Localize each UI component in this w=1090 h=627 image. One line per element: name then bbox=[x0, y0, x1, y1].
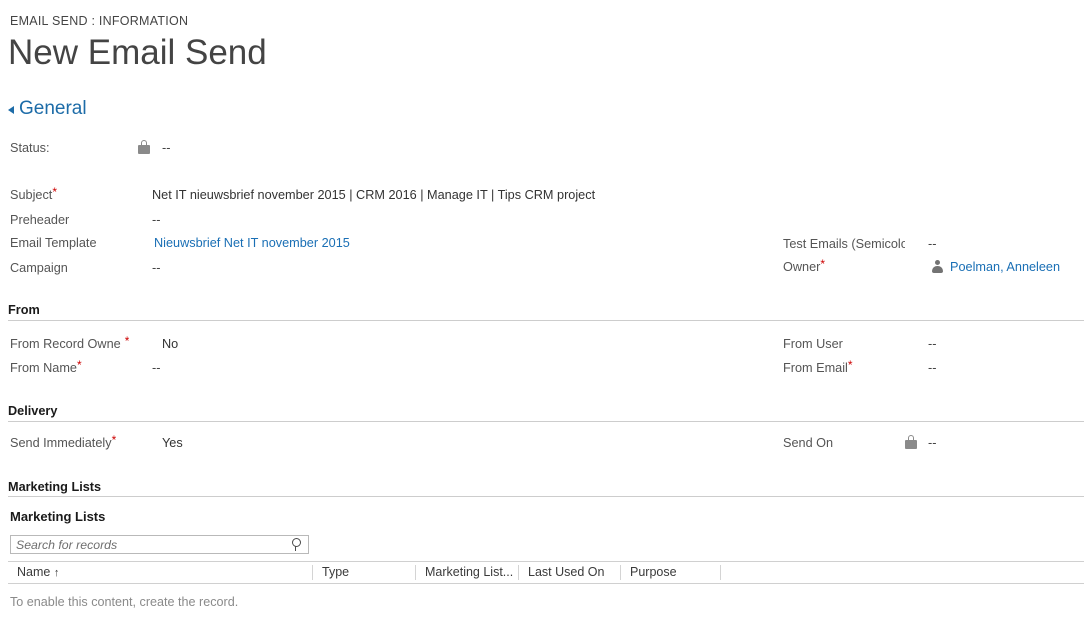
field-from-email[interactable]: From Email* -- bbox=[783, 359, 1083, 377]
section-header-general[interactable]: General bbox=[8, 98, 87, 120]
field-subject-label: Subject* bbox=[10, 186, 57, 204]
field-send-on-label: Send On bbox=[783, 434, 833, 452]
collapse-triangle-icon[interactable] bbox=[8, 106, 14, 114]
field-status: Status: -- bbox=[10, 139, 410, 157]
section-header-general-label: General bbox=[19, 98, 87, 120]
column-header-last-used-on[interactable]: Last Used On bbox=[519, 562, 620, 583]
subsection-header-from: From bbox=[8, 302, 40, 318]
field-from-user-label: From User bbox=[783, 335, 843, 353]
field-preheader-value[interactable]: -- bbox=[152, 211, 160, 229]
field-from-user-value[interactable]: -- bbox=[928, 335, 936, 353]
column-separator[interactable] bbox=[720, 565, 721, 580]
sort-ascending-icon: ↑ bbox=[54, 567, 60, 579]
field-test-emails-label: Test Emails (Semicolo bbox=[783, 235, 905, 253]
email-send-form: EMAIL SEND : INFORMATION New Email Send … bbox=[0, 0, 1090, 627]
search-input[interactable]: Search for records bbox=[10, 535, 309, 554]
field-from-email-value[interactable]: -- bbox=[928, 359, 936, 377]
divider-from bbox=[8, 320, 1084, 321]
column-header-purpose[interactable]: Purpose bbox=[621, 562, 720, 583]
field-from-record-owner-label: From Record Owne* bbox=[10, 335, 129, 353]
field-send-immediately-value[interactable]: Yes bbox=[162, 434, 183, 452]
field-from-name-label: From Name* bbox=[10, 359, 82, 377]
field-from-user[interactable]: From User -- bbox=[783, 335, 1083, 353]
field-send-immediately[interactable]: Send Immediately* Yes bbox=[10, 434, 410, 452]
page-title: New Email Send bbox=[8, 31, 267, 75]
subgrid-title: Marketing Lists bbox=[10, 509, 105, 524]
field-from-name-value[interactable]: -- bbox=[152, 359, 160, 377]
field-owner-value[interactable]: Poelman, Anneleen bbox=[950, 258, 1060, 276]
column-header-marketing-list[interactable]: Marketing List... bbox=[416, 562, 518, 583]
field-send-on-value: -- bbox=[928, 434, 936, 452]
field-campaign-value[interactable]: -- bbox=[152, 259, 160, 277]
lock-icon bbox=[138, 140, 150, 154]
field-send-on: Send On -- bbox=[783, 434, 1083, 452]
field-preheader-label: Preheader bbox=[10, 211, 69, 229]
field-owner-label: Owner* bbox=[783, 258, 825, 276]
subgrid-header-row: Name ↑ Type Marketing List... Last Used … bbox=[8, 561, 1084, 584]
person-icon bbox=[931, 260, 944, 273]
field-from-record-owner-value[interactable]: No bbox=[162, 335, 178, 353]
field-status-label: Status: bbox=[10, 139, 50, 157]
field-preheader[interactable]: Preheader -- bbox=[10, 211, 410, 229]
field-owner[interactable]: Owner* Poelman, Anneleen bbox=[783, 258, 1083, 276]
field-email-template[interactable]: Email Template Nieuwsbrief Net IT novemb… bbox=[10, 234, 510, 252]
column-header-name[interactable]: Name ↑ bbox=[8, 562, 312, 583]
field-status-value: -- bbox=[162, 139, 170, 157]
field-test-emails-value[interactable]: -- bbox=[928, 235, 936, 253]
subgrid-empty-message: To enable this content, create the recor… bbox=[10, 595, 238, 609]
field-send-immediately-label: Send Immediately* bbox=[10, 434, 116, 452]
divider-delivery bbox=[8, 421, 1084, 422]
divider-marketing-lists bbox=[8, 496, 1084, 497]
column-header-type[interactable]: Type bbox=[313, 562, 415, 583]
field-email-template-value[interactable]: Nieuwsbrief Net IT november 2015 bbox=[154, 234, 350, 252]
field-email-template-label: Email Template bbox=[10, 234, 97, 252]
search-input-placeholder: Search for records bbox=[16, 537, 117, 554]
breadcrumb: EMAIL SEND : INFORMATION bbox=[10, 14, 188, 28]
field-campaign[interactable]: Campaign -- bbox=[10, 259, 410, 277]
lock-icon bbox=[905, 435, 917, 449]
subsection-header-marketing-lists: Marketing Lists bbox=[8, 479, 101, 495]
field-subject-value[interactable]: Net IT nieuwsbrief november 2015 | CRM 2… bbox=[152, 186, 595, 204]
field-from-name[interactable]: From Name* -- bbox=[10, 359, 410, 377]
subsection-header-delivery: Delivery bbox=[8, 403, 57, 419]
field-subject[interactable]: Subject* Net IT nieuwsbrief november 201… bbox=[10, 186, 710, 204]
field-campaign-label: Campaign bbox=[10, 259, 68, 277]
field-from-record-owner[interactable]: From Record Owne* No bbox=[10, 335, 410, 353]
search-icon[interactable] bbox=[291, 538, 304, 552]
field-from-email-label: From Email* bbox=[783, 359, 853, 377]
field-test-emails[interactable]: Test Emails (Semicolo -- bbox=[783, 235, 1083, 253]
